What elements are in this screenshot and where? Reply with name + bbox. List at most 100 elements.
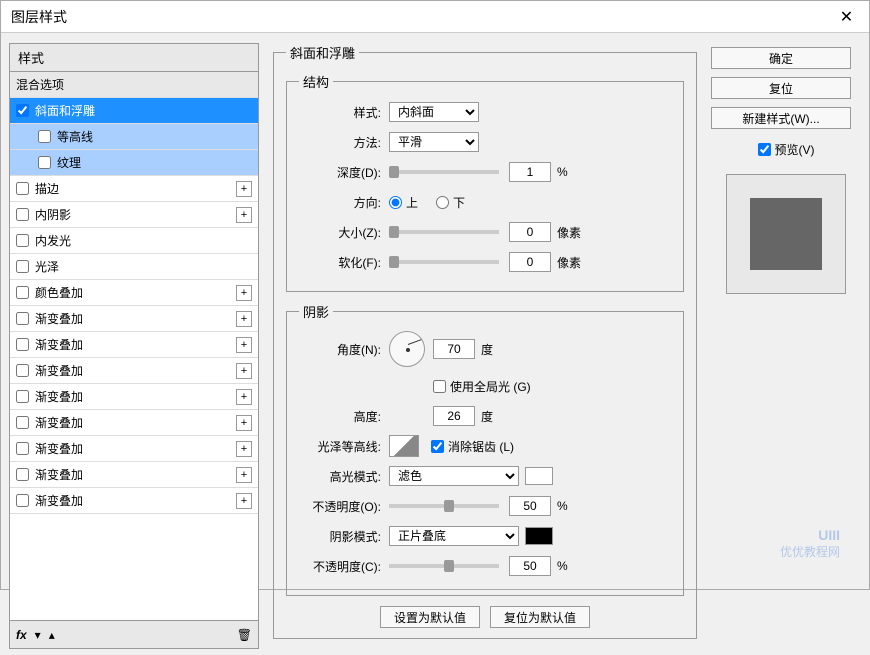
content-area: 样式 混合选项 斜面和浮雕 等高线 纹理 描边+ 内阴影+ 内发光 光泽 颜色叠… xyxy=(1,33,869,655)
styles-list: 混合选项 斜面和浮雕 等高线 纹理 描边+ 内阴影+ 内发光 光泽 颜色叠加+ … xyxy=(9,72,259,621)
cancel-button[interactable]: 复位 xyxy=(711,77,851,99)
color-overlay-checkbox[interactable] xyxy=(16,286,29,299)
close-button[interactable]: ✕ xyxy=(824,1,869,33)
size-label: 大小(Z): xyxy=(299,224,389,241)
styles-header[interactable]: 样式 xyxy=(9,43,259,72)
style-stroke[interactable]: 描边+ xyxy=(10,176,258,202)
up-radio[interactable] xyxy=(389,196,402,209)
style-inner-glow[interactable]: 内发光 xyxy=(10,228,258,254)
style-gradient-overlay[interactable]: 渐变叠加+ xyxy=(10,358,258,384)
style-bevel-emboss[interactable]: 斜面和浮雕 xyxy=(10,98,258,124)
add-icon[interactable]: + xyxy=(236,415,252,431)
reset-default-button[interactable]: 复位为默认值 xyxy=(490,606,590,628)
satin-checkbox[interactable] xyxy=(16,260,29,273)
soften-input[interactable] xyxy=(509,252,551,272)
make-default-button[interactable]: 设置为默认值 xyxy=(380,606,480,628)
texture-checkbox[interactable] xyxy=(38,156,51,169)
stroke-checkbox[interactable] xyxy=(16,182,29,195)
footer-left: fx ▾ ▴ xyxy=(16,628,55,642)
add-icon[interactable]: + xyxy=(236,207,252,223)
add-icon[interactable]: + xyxy=(236,363,252,379)
px-unit: 像素 xyxy=(557,224,581,241)
arrow-down-icon[interactable]: ▾ xyxy=(35,628,41,642)
add-icon[interactable]: + xyxy=(236,493,252,509)
ok-button[interactable]: 确定 xyxy=(711,47,851,69)
add-icon[interactable]: + xyxy=(236,389,252,405)
style-color-overlay[interactable]: 颜色叠加+ xyxy=(10,280,258,306)
style-gradient-overlay[interactable]: 渐变叠加+ xyxy=(10,488,258,514)
bevel-checkbox[interactable] xyxy=(16,104,29,117)
highlight-mode-select[interactable]: 滤色 xyxy=(389,466,519,486)
shadow-mode-select[interactable]: 正片叠底 xyxy=(389,526,519,546)
shadow-mode-label: 阴影模式: xyxy=(299,528,389,545)
fx-icon[interactable]: fx xyxy=(16,628,27,642)
technique-select[interactable]: 平滑 xyxy=(389,132,479,152)
antialias-checkbox[interactable] xyxy=(431,440,444,453)
arrow-up-icon[interactable]: ▴ xyxy=(49,628,55,642)
add-icon[interactable]: + xyxy=(236,311,252,327)
percent-unit: % xyxy=(557,499,568,513)
add-icon[interactable]: + xyxy=(236,467,252,483)
size-input[interactable] xyxy=(509,222,551,242)
highlight-mode-label: 高光模式: xyxy=(299,468,389,485)
opacity2-label: 不透明度(C): xyxy=(299,558,389,575)
opacity1-label: 不透明度(O): xyxy=(299,498,389,515)
style-contour[interactable]: 等高线 xyxy=(10,124,258,150)
up-radio-label[interactable]: 上 xyxy=(389,194,418,211)
grad-checkbox[interactable] xyxy=(16,468,29,481)
preview-label[interactable]: 预览(V) xyxy=(711,141,861,158)
titlebar: 图层样式 ✕ xyxy=(1,1,869,33)
new-style-button[interactable]: 新建样式(W)... xyxy=(711,107,851,129)
global-light-checkbox[interactable] xyxy=(433,380,446,393)
style-select[interactable]: 内斜面 xyxy=(389,102,479,122)
add-icon[interactable]: + xyxy=(236,441,252,457)
style-gradient-overlay[interactable]: 渐变叠加+ xyxy=(10,436,258,462)
style-gradient-overlay[interactable]: 渐变叠加+ xyxy=(10,306,258,332)
grad-checkbox[interactable] xyxy=(16,312,29,325)
deg-unit: 度 xyxy=(481,408,493,425)
preview-checkbox[interactable] xyxy=(758,143,771,156)
grad-checkbox[interactable] xyxy=(16,416,29,429)
add-icon[interactable]: + xyxy=(236,337,252,353)
size-slider[interactable] xyxy=(389,230,499,234)
depth-input[interactable] xyxy=(509,162,551,182)
add-icon[interactable]: + xyxy=(236,181,252,197)
highlight-opacity-input[interactable] xyxy=(509,496,551,516)
depth-slider[interactable] xyxy=(389,170,499,174)
add-icon[interactable]: + xyxy=(236,285,252,301)
style-blending-options[interactable]: 混合选项 xyxy=(10,72,258,98)
grad-checkbox[interactable] xyxy=(16,442,29,455)
grad-checkbox[interactable] xyxy=(16,338,29,351)
style-gradient-overlay[interactable]: 渐变叠加+ xyxy=(10,384,258,410)
soften-label: 软化(F): xyxy=(299,254,389,271)
soften-slider[interactable] xyxy=(389,260,499,264)
grad-checkbox[interactable] xyxy=(16,390,29,403)
angle-wheel[interactable] xyxy=(389,331,425,367)
down-radio-label[interactable]: 下 xyxy=(436,194,465,211)
style-inner-shadow[interactable]: 内阴影+ xyxy=(10,202,258,228)
style-satin[interactable]: 光泽 xyxy=(10,254,258,280)
inner-shadow-checkbox[interactable] xyxy=(16,208,29,221)
shadow-color-swatch[interactable] xyxy=(525,527,553,545)
highlight-color-swatch[interactable] xyxy=(525,467,553,485)
inner-glow-checkbox[interactable] xyxy=(16,234,29,247)
gloss-contour-picker[interactable] xyxy=(389,435,419,457)
shadow-opacity-slider[interactable] xyxy=(389,564,499,568)
down-radio[interactable] xyxy=(436,196,449,209)
shadow-opacity-input[interactable] xyxy=(509,556,551,576)
antialias-label[interactable]: 消除锯齿 (L) xyxy=(431,438,514,455)
contour-checkbox[interactable] xyxy=(38,130,51,143)
style-gradient-overlay[interactable]: 渐变叠加+ xyxy=(10,332,258,358)
structure-legend: 结构 xyxy=(299,72,333,91)
style-texture[interactable]: 纹理 xyxy=(10,150,258,176)
preview-box xyxy=(726,174,846,294)
trash-icon[interactable]: 🗑 xyxy=(237,628,252,642)
angle-input[interactable] xyxy=(433,339,475,359)
grad-checkbox[interactable] xyxy=(16,494,29,507)
style-gradient-overlay[interactable]: 渐变叠加+ xyxy=(10,462,258,488)
altitude-input[interactable] xyxy=(433,406,475,426)
style-gradient-overlay[interactable]: 渐变叠加+ xyxy=(10,410,258,436)
grad-checkbox[interactable] xyxy=(16,364,29,377)
global-light-label[interactable]: 使用全局光 (G) xyxy=(433,378,531,395)
highlight-opacity-slider[interactable] xyxy=(389,504,499,508)
